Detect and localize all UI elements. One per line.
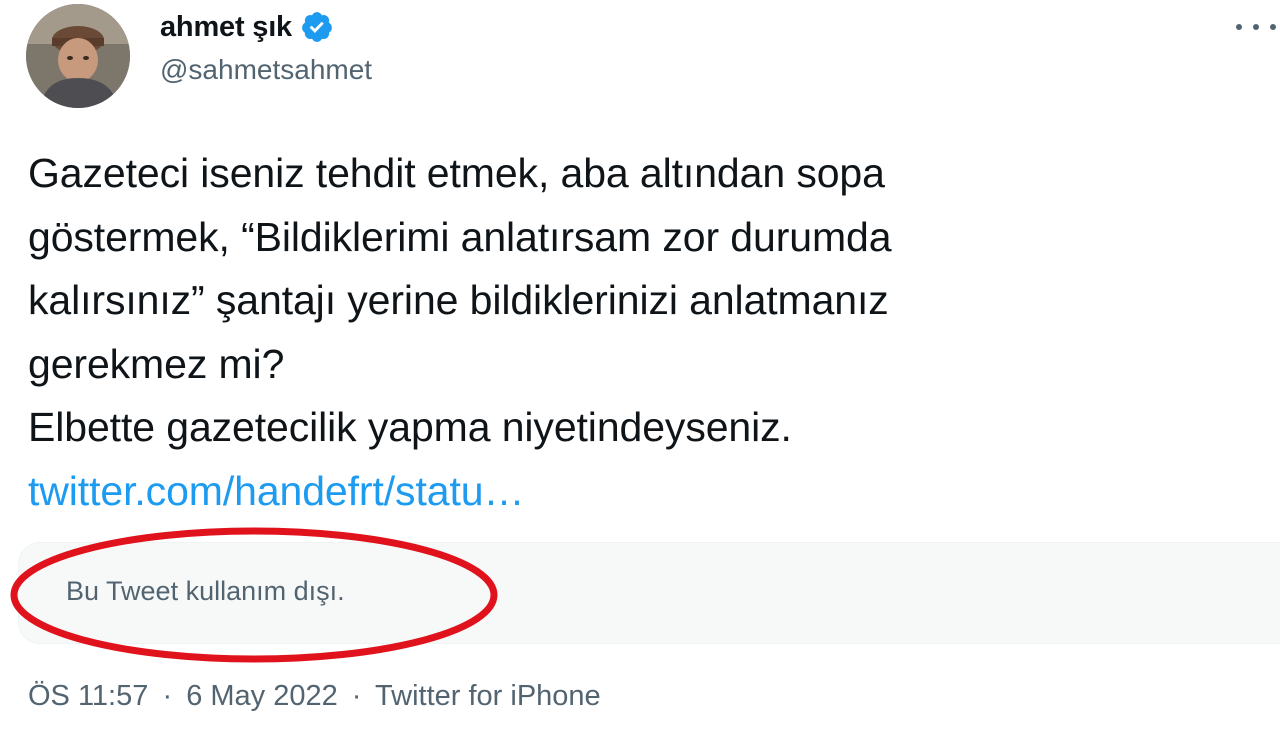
author-name-row[interactable]: ahmet şık — [160, 10, 334, 44]
tweet-text-line: göstermek, “Bildiklerimi anlatırsam zor … — [28, 213, 892, 260]
meta-separator: · — [162, 680, 173, 712]
dot-icon — [1253, 24, 1259, 30]
more-options-icon[interactable] — [1236, 14, 1276, 40]
tweet-card: ahmet şık @sahmetsahmet Gazeteci iseniz … — [0, 0, 1280, 742]
tweet-text-line: kalırsınız” şantajı yerine bildikleriniz… — [28, 277, 889, 323]
tweet-link[interactable]: twitter.com/handefrt/statu… — [28, 460, 1188, 524]
tweet-metadata: ÖS 11:57 · 6 May 2022 · Twitter for iPho… — [28, 680, 601, 713]
verified-badge-icon — [300, 10, 334, 44]
tweet-date[interactable]: 6 May 2022 — [186, 680, 338, 712]
tweet-text-line: gerekmez mi? — [28, 340, 285, 387]
avatar[interactable] — [26, 4, 130, 108]
tweet-text-line: Gazeteci iseniz tehdit etmek, aba altınd… — [28, 150, 885, 196]
display-name[interactable]: ahmet şık — [160, 11, 292, 44]
meta-separator: · — [351, 680, 362, 712]
tweet-time[interactable]: ÖS 11:57 — [28, 680, 148, 712]
dot-icon — [1270, 24, 1276, 30]
tweet-source[interactable]: Twitter for iPhone — [375, 680, 601, 712]
quoted-tweet-unavailable-text: Bu Tweet kullanım dışı. — [66, 576, 345, 606]
dot-icon — [1236, 24, 1242, 30]
user-photo-avatar-icon — [26, 4, 130, 108]
tweet-body: Gazeteci iseniz tehdit etmek, aba altınd… — [28, 142, 1188, 523]
tweet-text-line: Elbette gazetecilik yapma niyetindeyseni… — [28, 404, 792, 450]
author-handle[interactable]: @sahmetsahmet — [160, 54, 372, 86]
